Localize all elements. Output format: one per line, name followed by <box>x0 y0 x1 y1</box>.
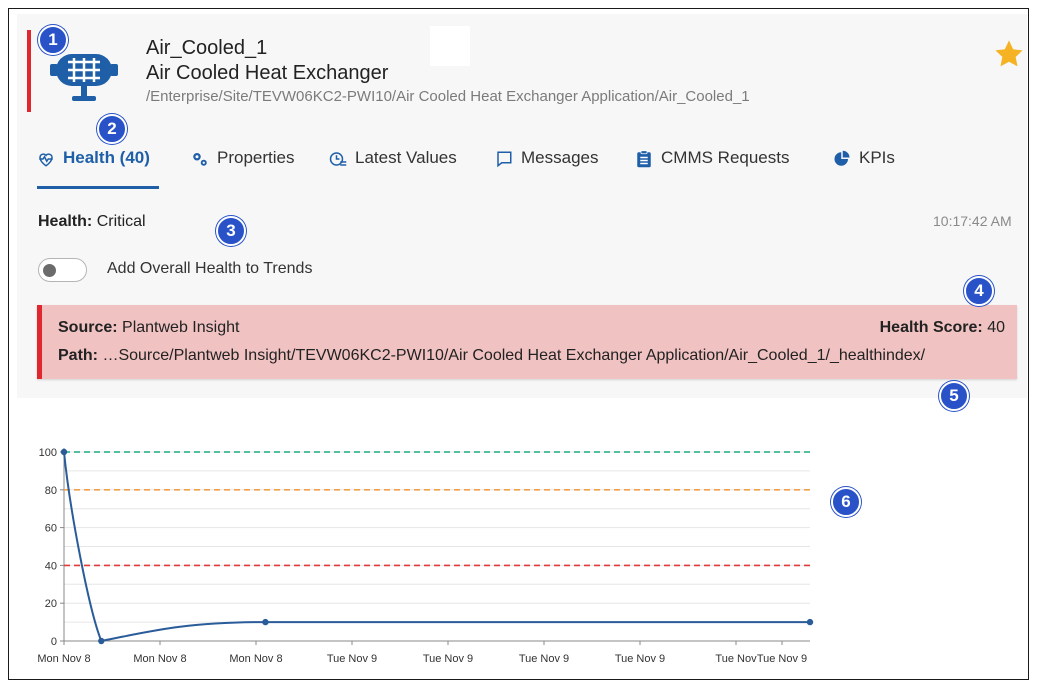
pie-chart-icon <box>834 150 850 166</box>
chart-data-point <box>806 618 814 626</box>
chart-x-tick-label: Tue Nov 9 <box>423 653 473 665</box>
chart-x-tick-label: Tue Nov 9 <box>757 653 807 665</box>
chart-x-tick-label: Tue Nov 9 <box>615 653 665 665</box>
chart-y-tick-label: 20 <box>45 598 57 610</box>
timestamp: 10:17:42 AM <box>933 213 1012 229</box>
alert-path-value: …Source/Plantweb Insight/TEVW06KC2-PWI10… <box>102 347 926 364</box>
alert-score-label: Health Score: <box>879 319 983 336</box>
chart-data-point <box>60 448 68 456</box>
chart-x-tick-label: Mon Nov 8 <box>37 653 90 665</box>
health-trend-chart: 100 80 60 40 20 0 Mon Nov 8 Mon Nov 8 Mon Nov 8 T… <box>37 447 814 665</box>
tab-cmms-requests[interactable]: CMMS Requests <box>635 148 789 188</box>
alert-source-label: Source: <box>58 319 118 336</box>
clock-list-icon <box>329 152 347 166</box>
tab-label: CMMS Requests <box>661 148 790 167</box>
toggle-label: Add Overall Health to Trends <box>107 260 313 277</box>
chart-x-tick-label: Mon Nov 8 <box>133 653 186 665</box>
alert-source: Source: Plantweb Insight <box>58 319 239 337</box>
health-status: Health: Critical <box>38 213 146 231</box>
overall-health-toggle[interactable] <box>38 258 87 282</box>
callout-marker-5: 5 <box>939 381 969 411</box>
asset-name: Air_Cooled_1 <box>146 37 268 59</box>
chart-data-point <box>262 618 269 626</box>
chart-y-tick-label: 40 <box>45 560 57 572</box>
alert-path-label: Path: <box>58 347 98 364</box>
chart-y-tick-label: 100 <box>39 447 57 459</box>
star-icon[interactable] <box>993 38 1025 70</box>
callout-marker-1: 1 <box>38 25 68 55</box>
tab-kpis[interactable]: KPIs <box>833 148 895 188</box>
chart-x-tick-label: Tue Nov 9 <box>327 653 377 665</box>
tab-label: KPIs <box>859 148 895 167</box>
toggle-knob <box>43 264 56 277</box>
active-tab-indicator <box>37 186 159 189</box>
clipboard-icon <box>637 150 651 168</box>
health-label: Health: <box>38 213 93 230</box>
tab-messages[interactable]: Messages <box>495 148 598 188</box>
tab-label: Health (40) <box>63 148 150 167</box>
gears-icon <box>193 153 207 166</box>
alert-source-value: Plantweb Insight <box>122 319 240 336</box>
chart-y-tick-label: 80 <box>45 485 57 497</box>
tab-properties[interactable]: Properties <box>191 148 294 188</box>
status-accent-bar <box>27 30 31 112</box>
heartbeat-icon <box>39 153 53 167</box>
health-value: Critical <box>96 213 146 230</box>
chart-y-tick-label: 0 <box>51 636 57 648</box>
asset-path: /Enterprise/Site/TEVW06KC2-PWI10/Air Coo… <box>146 88 750 105</box>
tab-label: Properties <box>217 148 295 167</box>
message-icon <box>497 151 512 168</box>
alert-health-score: Health Score: 40 <box>880 319 1005 337</box>
callout-marker-6: 6 <box>831 487 861 517</box>
alert-path: Path: …Source/Plantweb Insight/TEVW06KC2… <box>58 347 925 365</box>
asset-type: Air Cooled Heat Exchanger <box>146 62 389 84</box>
chart-data-point <box>98 637 105 645</box>
chart-x-tick-label: Tue Nov 9 <box>519 653 569 665</box>
chart-x-tick-label: Mon Nov 8 <box>229 653 282 665</box>
tab-label: Latest Values <box>355 148 457 167</box>
health-alert-card: Source: Plantweb Insight Health Score: 4… <box>37 305 1017 379</box>
alert-score-value: 40 <box>987 319 1005 336</box>
chart-y-tick-label: 60 <box>45 523 57 535</box>
blank-box <box>430 26 470 66</box>
tab-label: Messages <box>521 148 599 167</box>
callout-marker-4: 4 <box>964 276 994 306</box>
callout-marker-3: 3 <box>216 216 246 246</box>
tab-latest-values[interactable]: Latest Values <box>329 148 457 188</box>
chart-x-tick-label: Tue Nov <box>715 653 757 665</box>
callout-marker-2: 2 <box>97 114 127 144</box>
tab-health[interactable]: Health (40) <box>37 148 150 188</box>
